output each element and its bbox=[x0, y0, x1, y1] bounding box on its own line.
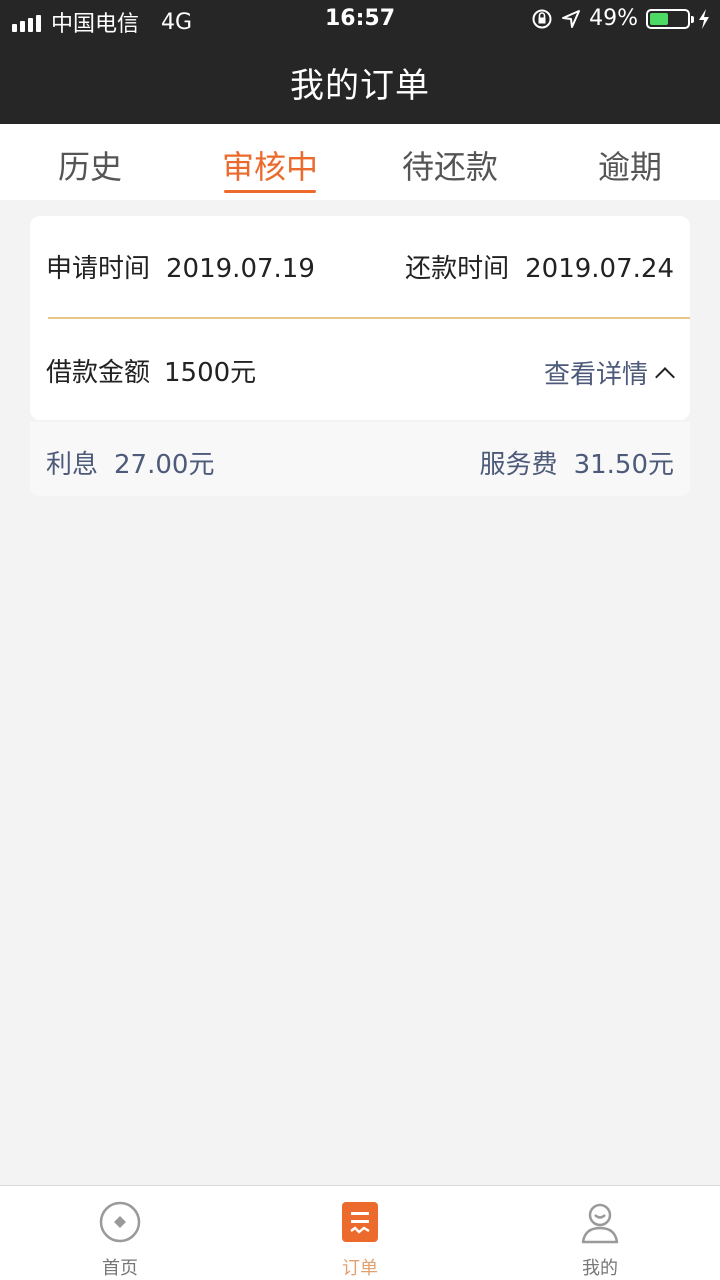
view-details-button[interactable]: 查看详情 bbox=[543, 352, 675, 392]
repay-time-value: 2019.07.24 bbox=[525, 254, 674, 284]
tab-pending-repayment[interactable]: 待还款 bbox=[360, 124, 540, 200]
apply-time: 申请时间 2019.07.19 bbox=[46, 248, 315, 288]
apply-time-value: 2019.07.19 bbox=[166, 254, 315, 284]
tab-history[interactable]: 历史 bbox=[0, 124, 180, 200]
status-right: 49% bbox=[531, 6, 710, 31]
loan-amount-label: 借款金额 bbox=[46, 358, 151, 388]
tabbar-label-profile: 我的 bbox=[582, 1258, 618, 1279]
page-title: 我的订单 bbox=[0, 40, 720, 124]
network-type: 4G bbox=[161, 9, 193, 35]
tabbar-item-orders[interactable]: 订单 bbox=[240, 1186, 480, 1280]
interest-value: 27.00元 bbox=[114, 450, 215, 480]
loan-amount-value: 1500元 bbox=[164, 358, 257, 388]
repay-time: 还款时间 2019.07.24 bbox=[405, 248, 674, 288]
battery-icon bbox=[646, 8, 694, 29]
home-coin-icon bbox=[99, 1201, 141, 1243]
rotation-lock-icon bbox=[532, 9, 552, 28]
order-dates-row: 申请时间 2019.07.19 还款时间 2019.07.24 bbox=[46, 248, 674, 288]
order-status-tabs: 历史 审核中 待还款 逾期 bbox=[0, 124, 720, 200]
status-left: 中国电信 4G bbox=[12, 6, 192, 38]
signal-strength-icon bbox=[12, 12, 41, 32]
chevron-up-icon bbox=[655, 367, 675, 387]
tab-overdue[interactable]: 逾期 bbox=[540, 124, 720, 200]
bottom-tab-bar: 首页 订单 我的 bbox=[0, 1185, 720, 1280]
location-arrow-icon bbox=[562, 9, 581, 28]
service-fee: 服务费 31.50元 bbox=[480, 444, 674, 481]
order-card: 申请时间 2019.07.19 还款时间 2019.07.24 借款金额 1500元 … bbox=[30, 216, 690, 420]
status-bar: 中国电信 4G 16:57 49% bbox=[0, 0, 720, 40]
fee-details-panel: 利息 27.00元 服务费 31.50元 bbox=[30, 422, 690, 496]
repay-time-label: 还款时间 bbox=[405, 254, 510, 284]
tabbar-label-orders: 订单 bbox=[342, 1258, 378, 1279]
view-details-label: 查看详情 bbox=[543, 359, 648, 390]
interest-label: 利息 bbox=[46, 450, 99, 480]
tabbar-item-home[interactable]: 首页 bbox=[0, 1186, 240, 1280]
apply-time-label: 申请时间 bbox=[46, 254, 151, 284]
battery-percent: 49% bbox=[589, 6, 638, 31]
tabbar-item-profile[interactable]: 我的 bbox=[480, 1186, 720, 1280]
card-divider bbox=[48, 317, 690, 319]
profile-icon bbox=[581, 1203, 619, 1244]
service-fee-value: 31.50元 bbox=[573, 450, 674, 480]
carrier-name: 中国电信 bbox=[51, 12, 140, 37]
interest: 利息 27.00元 bbox=[46, 444, 214, 481]
charging-bolt-icon bbox=[699, 8, 709, 29]
service-fee-label: 服务费 bbox=[479, 450, 558, 480]
loan-amount: 借款金额 1500元 bbox=[46, 352, 256, 392]
tabbar-label-home: 首页 bbox=[102, 1258, 138, 1279]
order-list-icon bbox=[342, 1202, 378, 1242]
tab-under-review[interactable]: 审核中 bbox=[180, 124, 360, 200]
battery-level-fill bbox=[650, 12, 668, 25]
loan-amount-row: 借款金额 1500元 查看详情 bbox=[46, 352, 675, 392]
